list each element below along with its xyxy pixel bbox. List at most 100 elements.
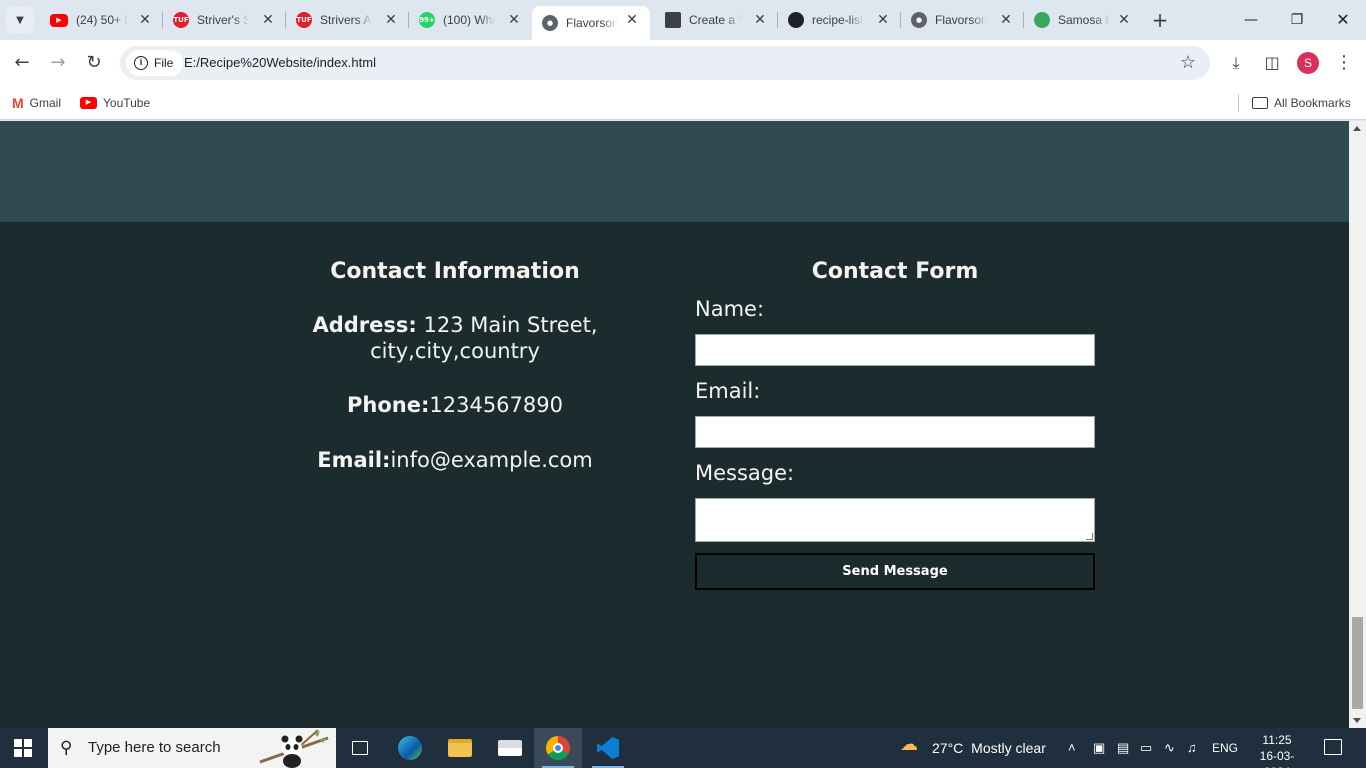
tab-youtube-leetcode[interactable]: ▶ (24) 50+ LeetCode ✕ (40, 0, 163, 40)
task-view-icon[interactable] (336, 728, 384, 768)
globe-icon: ● (911, 12, 927, 28)
edge-icon[interactable] (386, 728, 434, 768)
email-field[interactable] (695, 416, 1095, 448)
tab-title: Create a Website (689, 13, 741, 27)
send-message-button[interactable]: Send Message (695, 553, 1095, 590)
tab-flavorsome[interactable]: ● Flavorsome ✕ (901, 0, 1024, 40)
profile-avatar[interactable]: S (1297, 52, 1319, 74)
whatsapp-icon: 99+ (419, 12, 435, 28)
leaf-icon (1034, 12, 1050, 28)
notification-icon[interactable] (1324, 739, 1342, 755)
file-explorer-icon[interactable] (436, 728, 484, 768)
address-label: Address: (312, 313, 417, 337)
scroll-up-icon[interactable] (1353, 126, 1361, 131)
mail-icon[interactable] (486, 728, 534, 768)
name-label: Name: (695, 297, 765, 321)
email-value: info@example.com (390, 448, 593, 472)
bookmark-youtube[interactable]: ▶ YouTube (80, 92, 150, 114)
close-icon[interactable]: ✕ (260, 12, 276, 28)
download-icon[interactable]: ⤓ (1224, 51, 1248, 75)
tab-title: Flavorsome (566, 16, 618, 30)
close-icon[interactable]: ✕ (752, 12, 768, 28)
forward-button[interactable]: → (46, 51, 70, 75)
site-chip-label: File (154, 56, 174, 70)
taskbar-search[interactable]: ⚲ Type here to search (48, 728, 336, 768)
tab-title: Striver's SDE Sheet (197, 13, 249, 27)
site-info-chip[interactable]: i File (126, 50, 184, 76)
contact-form-heading: Contact Form (811, 259, 979, 284)
bookmark-label: Gmail (29, 96, 62, 110)
all-bookmarks-button[interactable]: All Bookmarks (1252, 92, 1351, 114)
tab-create-website[interactable]: Create a Website ✕ (655, 0, 778, 40)
clock[interactable]: 11:25 16-03-2024 (1250, 732, 1304, 768)
battery-icon[interactable]: ▭ (1140, 740, 1152, 756)
chevron-down-icon: ▼ (16, 14, 24, 26)
tab-strivers-a2z[interactable]: TUF Strivers A2Z DSA ✕ (286, 0, 409, 40)
search-placeholder: Type here to search (88, 739, 221, 756)
wifi-icon[interactable]: ∿ (1164, 740, 1175, 756)
phone-value: 1234567890 (429, 393, 563, 417)
bookmark-star-icon[interactable]: ☆ (1180, 53, 1196, 73)
gmail-icon: M (12, 95, 24, 111)
bookmark-label: YouTube (103, 96, 151, 110)
resize-grip-icon[interactable] (1086, 533, 1093, 540)
restore-button[interactable]: ❐ (1282, 8, 1312, 32)
language-indicator[interactable]: ENG (1212, 728, 1238, 768)
chrome-icon[interactable] (534, 728, 582, 768)
chevron-up-icon[interactable]: ˄ (1068, 740, 1076, 756)
tab-strip: ▼ ▶ (24) 50+ LeetCode ✕ TUF Striver's SD… (0, 0, 1366, 40)
close-icon[interactable]: ✕ (137, 12, 153, 28)
reload-button[interactable]: ↻ (82, 51, 106, 75)
vscode-icon[interactable] (584, 728, 632, 768)
tab-flavorsome-active[interactable]: ● Flavorsome ✕ (532, 6, 650, 40)
name-field[interactable] (695, 334, 1095, 366)
phone-label: Phone: (347, 393, 430, 417)
bookmarks-bar: M Gmail ▶ YouTube All Bookmarks (0, 86, 1366, 120)
close-window-button[interactable]: ✕ (1328, 8, 1358, 32)
tab-whatsapp[interactable]: 99+ (100) WhatsApp ✕ (409, 0, 532, 40)
meet-now-icon[interactable]: ▣ (1093, 740, 1105, 756)
windows-taskbar: ⚲ Type here to search ☁ 27°C Mostly clea… (0, 728, 1366, 768)
volume-icon[interactable]: ♫ (1187, 740, 1197, 756)
side-panel-icon[interactable]: ◫ (1260, 51, 1284, 75)
new-tab-button[interactable]: + (1150, 10, 1170, 30)
address-bar[interactable]: i File E:/Recipe%20Website/index.html ☆ (120, 46, 1210, 80)
url-text[interactable]: E:/Recipe%20Website/index.html (184, 46, 376, 80)
tab-title: (100) WhatsApp (443, 13, 495, 27)
weather-widget[interactable]: 27°C Mostly clear (932, 728, 1046, 768)
scroll-down-icon[interactable] (1353, 718, 1361, 723)
tab-github-recipe[interactable]: recipe-list ✕ (778, 0, 901, 40)
bookmark-gmail[interactable]: M Gmail (12, 92, 61, 114)
scroll-thumb[interactable] (1352, 617, 1363, 709)
tab-title: Flavorsome (935, 13, 987, 27)
windows-start-icon[interactable] (14, 739, 32, 757)
kebab-menu-icon[interactable]: ⋮ (1332, 51, 1356, 75)
tab-samosa[interactable]: Samosa Recipe ✕ (1024, 0, 1142, 40)
weather-icon[interactable]: ☁ (900, 735, 918, 753)
panda-illustration-icon (259, 729, 329, 768)
tab-title: Strivers A2Z DSA (320, 13, 372, 27)
tab-strivers-sde[interactable]: TUF Striver's SDE Sheet ✕ (163, 0, 286, 40)
close-icon[interactable]: ✕ (1116, 12, 1132, 28)
info-icon: i (134, 56, 148, 70)
minimize-button[interactable]: — (1236, 8, 1266, 32)
all-bookmarks-label: All Bookmarks (1274, 96, 1351, 110)
display-icon[interactable]: ▤ (1117, 740, 1129, 756)
clock-time: 11:25 (1262, 733, 1292, 747)
contact-footer: Contact Information Address: 123 Main St… (0, 222, 1349, 728)
address-line: Address: 123 Main Street, city,city,coun… (300, 312, 610, 364)
page-scrollbar[interactable] (1349, 121, 1366, 728)
message-field[interactable] (695, 498, 1095, 542)
back-button[interactable]: ← (10, 51, 34, 75)
tuf-icon: TUF (296, 12, 312, 28)
section-band (0, 121, 1349, 222)
close-icon[interactable]: ✕ (624, 12, 640, 28)
close-icon[interactable]: ✕ (383, 12, 399, 28)
page-viewport: Contact Information Address: 123 Main St… (0, 121, 1349, 728)
folder-icon (1252, 97, 1268, 109)
close-icon[interactable]: ✕ (875, 12, 891, 28)
close-icon[interactable]: ✕ (506, 12, 522, 28)
tab-search-button[interactable]: ▼ (6, 6, 34, 34)
close-icon[interactable]: ✕ (998, 12, 1014, 28)
bookmarks-separator (1238, 94, 1239, 112)
